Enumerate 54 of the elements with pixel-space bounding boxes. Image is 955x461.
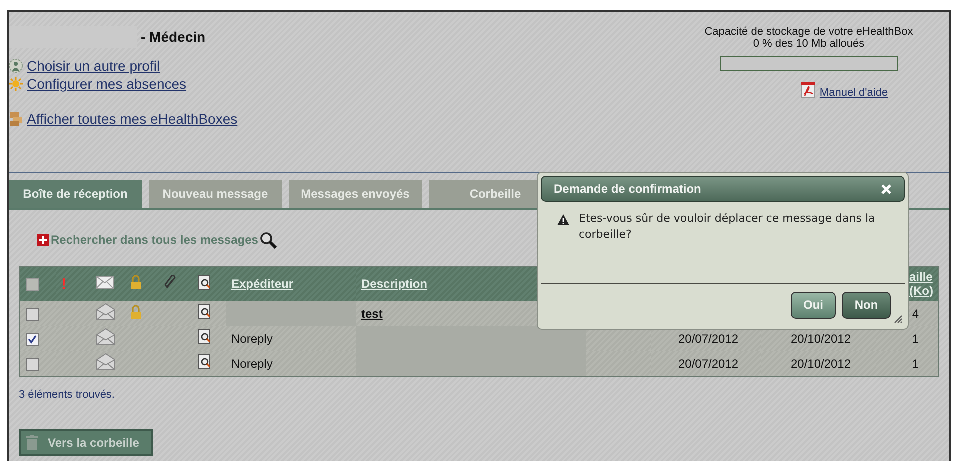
preview-icon[interactable] xyxy=(198,354,212,370)
cancel-button[interactable]: Non xyxy=(842,292,891,318)
size-cell: 1 xyxy=(912,356,920,370)
size-cell: 1 xyxy=(912,332,920,346)
date-cell: 20/07/2012 xyxy=(678,332,739,346)
size-cell: 4 xyxy=(912,306,920,320)
boxes-icon xyxy=(9,111,23,127)
role-label: - Médecin xyxy=(141,29,206,45)
header-link[interactable]: Afficher toutes mes eHealthBoxes xyxy=(27,111,238,127)
envelope-icon xyxy=(96,276,114,289)
header-link[interactable]: Configurer mes absences xyxy=(27,76,187,92)
sender-cell: Noreply xyxy=(232,356,273,370)
date-cell: 20/10/2012 xyxy=(790,332,852,346)
description-link[interactable]: test xyxy=(362,306,383,320)
result-count: 3 éléments trouvés. xyxy=(19,389,116,401)
preview-icon[interactable] xyxy=(198,304,212,320)
date-cell: 20/10/2012 xyxy=(790,356,852,370)
header-link[interactable]: Choisir un autre profil xyxy=(27,58,160,74)
column-header[interactable]: Expéditeur xyxy=(232,277,294,291)
open-envelope-icon xyxy=(96,328,116,346)
sun-icon xyxy=(9,77,23,91)
preview-icon xyxy=(198,274,212,290)
resize-grip-icon[interactable] xyxy=(893,314,903,324)
pdf-icon xyxy=(800,81,818,99)
person-icon xyxy=(9,59,23,73)
storage-usage: 0 % des 10 Mb alloués xyxy=(753,38,865,50)
search-link[interactable]: Rechercher dans tous les messages xyxy=(51,233,258,247)
date-cell: 20/07/2012 xyxy=(678,356,739,370)
open-envelope-icon xyxy=(96,303,116,321)
column-header[interactable]: Description xyxy=(362,277,428,291)
trash-icon xyxy=(26,435,38,450)
sender-cell: Noreply xyxy=(232,332,273,346)
row-checkbox[interactable] xyxy=(26,358,39,371)
trash-button[interactable]: Vers la corbeille xyxy=(19,429,154,456)
paperclip-icon xyxy=(164,274,178,290)
dialog-message: Etes-vous sûr de vouloir déplacer ce message dans la corbeille? xyxy=(579,211,876,243)
help-link[interactable]: Manuel d'aide xyxy=(820,87,888,99)
tab[interactable]: Boîte de réception xyxy=(9,180,142,208)
tab[interactable]: Messages envoyés xyxy=(289,180,422,208)
lock-icon xyxy=(130,304,142,320)
lock-icon xyxy=(130,275,142,290)
storage-title: Capacité de stockage de votre eHealthBox xyxy=(704,26,914,38)
row-checkbox[interactable] xyxy=(26,332,39,346)
search-icon[interactable] xyxy=(260,232,278,248)
preview-icon[interactable] xyxy=(198,329,212,345)
row-checkbox[interactable] xyxy=(26,308,39,321)
priority-mark: ! xyxy=(62,276,66,292)
tab[interactable]: Nouveau message xyxy=(149,180,282,208)
select-all-checkbox[interactable] xyxy=(26,278,39,292)
warning-icon xyxy=(557,214,570,226)
confirm-button[interactable]: Oui xyxy=(791,292,836,318)
open-envelope-icon xyxy=(96,353,116,371)
close-icon[interactable] xyxy=(881,184,892,194)
plus-icon xyxy=(37,234,49,246)
